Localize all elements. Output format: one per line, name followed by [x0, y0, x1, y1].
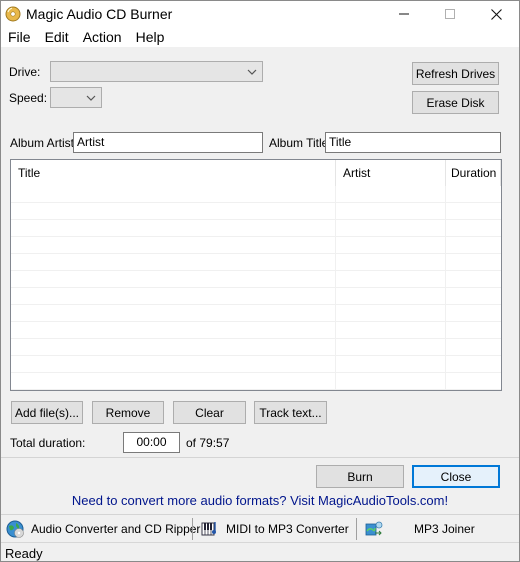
album-title-input[interactable]: Title — [325, 132, 501, 153]
chevron-down-icon — [247, 69, 257, 75]
audio-converter-link[interactable]: Audio Converter and CD Ripper — [5, 517, 200, 541]
title-bar: Magic Audio CD Burner — [1, 1, 519, 27]
menu-edit[interactable]: Edit — [38, 28, 76, 46]
close-icon — [490, 8, 502, 20]
maximize-button[interactable] — [427, 1, 473, 27]
menu-file[interactable]: File — [1, 28, 38, 46]
album-title-label: Album Title: — [269, 136, 332, 150]
drive-select[interactable] — [50, 61, 263, 82]
empty-row — [11, 373, 501, 390]
remove-button[interactable]: Remove — [92, 401, 164, 424]
album-artist-input[interactable]: Artist — [73, 132, 263, 153]
album-artist-label: Album Artist: — [10, 136, 78, 150]
empty-row — [11, 254, 501, 271]
erase-disk-button[interactable]: Erase Disk — [412, 91, 499, 114]
minimize-button[interactable] — [381, 1, 427, 27]
empty-row — [11, 203, 501, 220]
total-duration-label: Total duration: — [10, 436, 86, 450]
maximize-icon — [445, 9, 455, 19]
track-text-button[interactable]: Track text... — [254, 401, 327, 424]
empty-row — [11, 288, 501, 305]
main-window: Magic Audio CD Burner File Edit Action H… — [0, 0, 520, 562]
tool-label: Audio Converter and CD Ripper — [31, 522, 201, 536]
empty-row — [11, 356, 501, 373]
mp3-joiner-link[interactable]: MP3 Joiner — [364, 517, 475, 541]
midi-keyboard-icon — [201, 522, 216, 536]
total-duration-value: 00:00 — [123, 432, 180, 453]
minimize-icon — [399, 13, 409, 15]
speed-label: Speed: — [9, 91, 48, 105]
promo-link[interactable]: Need to convert more audio formats? Visi… — [1, 493, 519, 509]
midi-converter-link[interactable]: MIDI to MP3 Converter — [200, 517, 349, 541]
track-list[interactable]: Title Artist Duration — [10, 159, 502, 391]
menu-help[interactable]: Help — [129, 28, 172, 46]
empty-row — [11, 305, 501, 322]
empty-row — [11, 237, 501, 254]
empty-row — [11, 339, 501, 356]
disc-capacity: of 79:57 — [186, 436, 230, 450]
empty-row — [11, 186, 501, 203]
drive-label: Drive: — [9, 65, 41, 79]
tool-label: MP3 Joiner — [414, 522, 475, 536]
column-artist[interactable]: Artist — [336, 160, 446, 186]
app-cd-icon — [5, 6, 21, 22]
window-title: Magic Audio CD Burner — [26, 6, 173, 22]
status-bar: Ready — [1, 542, 519, 561]
tool-separator — [192, 518, 193, 540]
empty-row — [11, 220, 501, 237]
speed-select[interactable] — [50, 87, 102, 108]
add-files-button[interactable]: Add file(s)... — [11, 401, 83, 424]
joiner-icon — [365, 521, 383, 536]
empty-row — [11, 271, 501, 288]
column-title[interactable]: Title — [11, 160, 336, 186]
status-text: Ready — [5, 546, 43, 561]
empty-row — [11, 322, 501, 339]
divider — [1, 457, 519, 458]
track-list-rows — [11, 186, 501, 390]
menu-bar: File Edit Action Help — [1, 27, 519, 47]
globe-cd-icon — [6, 520, 24, 538]
close-button[interactable]: Close — [412, 465, 500, 488]
tool-label: MIDI to MP3 Converter — [226, 522, 349, 536]
chevron-down-icon — [86, 95, 96, 101]
menu-action[interactable]: Action — [76, 28, 129, 46]
column-duration[interactable]: Duration — [446, 160, 501, 186]
refresh-drives-button[interactable]: Refresh Drives — [412, 62, 499, 85]
burn-button[interactable]: Burn — [316, 465, 404, 488]
clear-button[interactable]: Clear — [173, 401, 246, 424]
window-close-button[interactable] — [473, 1, 519, 27]
divider — [1, 514, 519, 515]
tool-separator — [356, 518, 357, 540]
track-list-header: Title Artist Duration — [11, 160, 501, 186]
